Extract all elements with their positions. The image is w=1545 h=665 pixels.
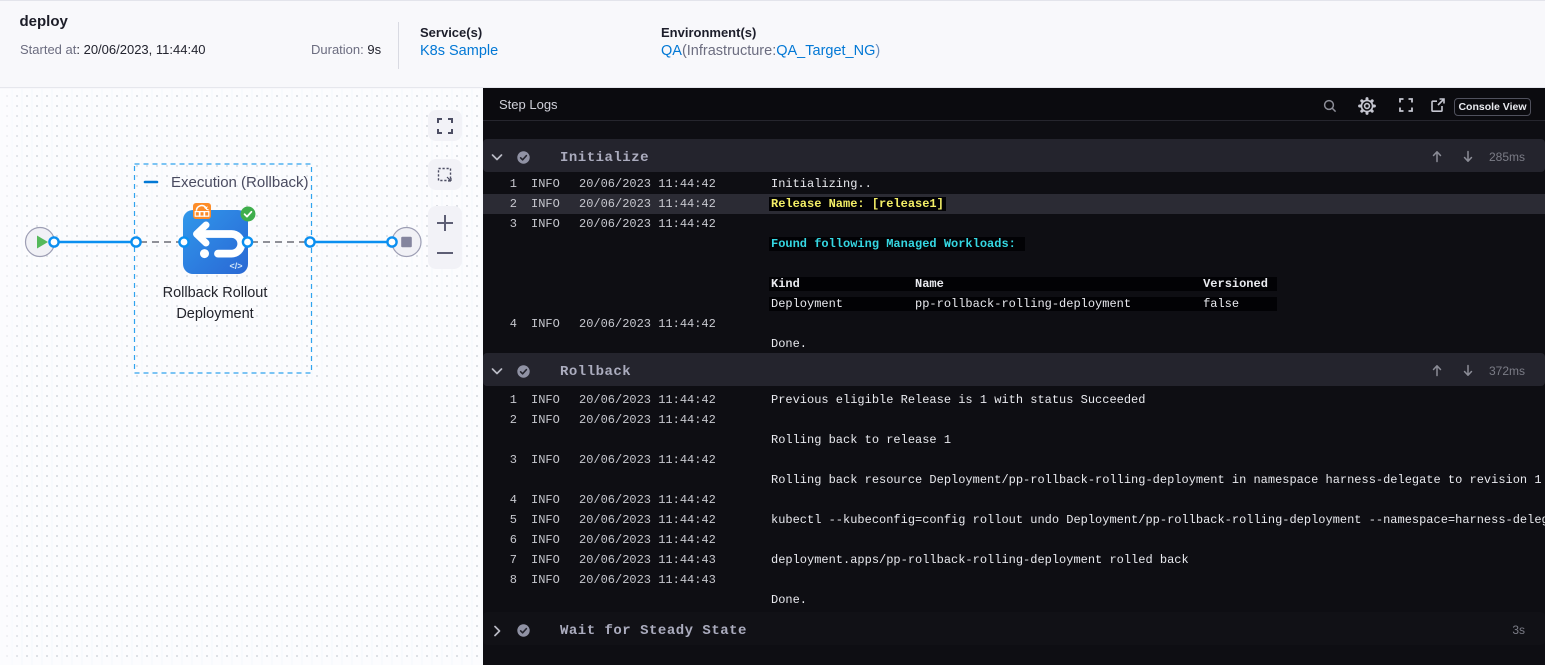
- svg-text:</>: </>: [229, 261, 242, 271]
